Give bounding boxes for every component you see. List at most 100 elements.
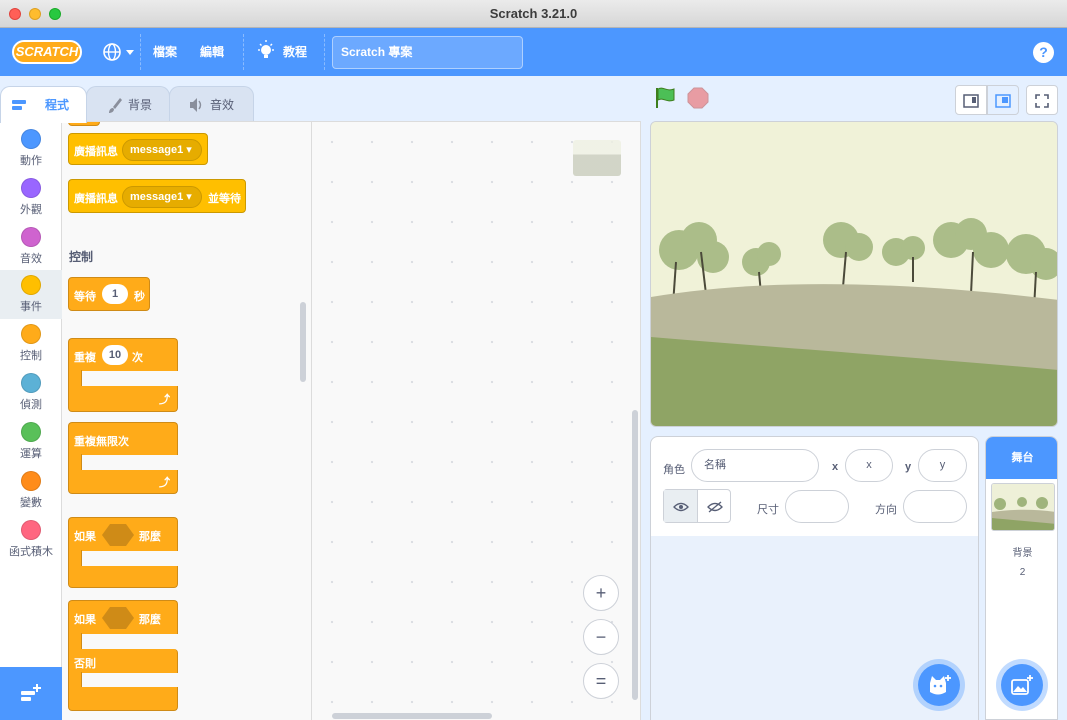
category-events[interactable]: 事件	[0, 270, 62, 319]
category-label: 控制	[20, 350, 42, 362]
large-stage-icon	[995, 94, 1011, 109]
broadcast-block[interactable]: 廣播訊息 message1 ▾	[68, 133, 208, 165]
size-label: 尺寸	[757, 504, 779, 516]
minimize-window-button[interactable]	[29, 8, 41, 20]
zoom-window-button[interactable]	[49, 8, 61, 20]
direction-field[interactable]	[903, 490, 967, 523]
visibility-toggle	[663, 489, 731, 523]
zoom-reset-button[interactable]: =	[583, 663, 619, 699]
category-dot	[21, 471, 41, 491]
code-icon	[11, 87, 27, 137]
backdrop-thumbnail-image	[992, 484, 1054, 530]
zoom-out-button[interactable]: −	[583, 619, 619, 655]
workspace-horizontal-scrollbar[interactable]	[332, 713, 492, 719]
choose-backdrop-button[interactable]	[1001, 664, 1043, 706]
block-label: 重複無限次	[74, 436, 129, 448]
stage-canvas[interactable]	[650, 121, 1058, 427]
add-extension-icon	[21, 684, 41, 701]
category-label: 函式積木	[9, 546, 53, 558]
tutorials-label: 教程	[283, 45, 308, 59]
x-field[interactable]: x	[845, 449, 893, 482]
zoom-in-button[interactable]: +	[583, 575, 619, 611]
add-extension-button[interactable]	[0, 667, 62, 720]
condition-slot[interactable]	[102, 524, 134, 546]
project-title-input[interactable]: Scratch 專案	[332, 36, 523, 69]
if-else-block[interactable]: 如果 那麼	[68, 600, 178, 634]
category-variables[interactable]: 變數	[0, 466, 62, 515]
category-dot	[21, 520, 41, 540]
x-label: x	[832, 461, 839, 473]
tab-sounds[interactable]: 音效	[169, 86, 254, 122]
zoom-out-icon: −	[595, 627, 607, 647]
category-my-blocks[interactable]: 函式積木	[0, 515, 62, 564]
show-sprite-button[interactable]	[664, 490, 698, 522]
tutorials-menu[interactable]: 教程	[256, 28, 316, 76]
stage-pane-title: 舞台	[986, 437, 1057, 479]
repeat-block[interactable]: 重複 10 次	[68, 338, 178, 371]
scratch-app: Scratch 3.21.0 SCRATCH 檔案 編輯 教程 Scratch …	[0, 0, 1067, 720]
hide-sprite-button[interactable]	[698, 490, 731, 522]
block-label: 如果	[74, 614, 96, 626]
message-dropdown[interactable]: message1 ▾	[122, 186, 202, 208]
tab-backdrops[interactable]: 背景	[86, 86, 170, 122]
fullscreen-button[interactable]	[1026, 85, 1058, 115]
menu-bar: SCRATCH 檔案 編輯 教程 Scratch 專案 ?	[0, 28, 1067, 76]
chevron-down-icon	[126, 50, 134, 55]
sprite-label: 角色	[663, 464, 685, 476]
scratch-logo[interactable]: SCRATCH	[12, 40, 82, 64]
stop-icon[interactable]	[686, 86, 710, 110]
help-icon[interactable]: ?	[1033, 42, 1054, 63]
tab-code[interactable]: 程式	[0, 86, 87, 123]
repeat-count-input[interactable]: 10	[102, 345, 128, 365]
block-unit: 次	[132, 352, 143, 364]
block-label: 廣播訊息	[74, 146, 118, 158]
category-label: 運算	[20, 448, 42, 460]
sprite-thumbnail-watermark	[573, 140, 621, 176]
category-control[interactable]: 控制	[0, 319, 62, 368]
forever-block[interactable]: 重複無限次	[68, 422, 178, 455]
wait-seconds-input[interactable]: 1	[102, 284, 128, 304]
small-stage-button[interactable]	[955, 85, 987, 115]
category-sensing[interactable]: 偵測	[0, 368, 62, 417]
category-dot	[21, 275, 41, 295]
edit-menu[interactable]: 編輯	[200, 28, 224, 76]
if-then-block-footer	[68, 566, 178, 588]
if-else-block-footer	[68, 687, 178, 711]
sprite-name-field[interactable]: 名稱	[691, 449, 819, 482]
fullscreen-icon	[1035, 94, 1049, 109]
close-window-button[interactable]	[9, 8, 21, 20]
green-flag-icon[interactable]	[654, 86, 678, 110]
direction-label: 方向	[875, 504, 897, 516]
size-field[interactable]	[785, 490, 849, 523]
backdrops-label: 背景	[1012, 548, 1033, 559]
zoom-in-icon: +	[595, 583, 607, 603]
language-menu[interactable]	[102, 28, 136, 76]
message-dropdown[interactable]: message1 ▾	[122, 139, 202, 161]
wait-block[interactable]: 等待 1 秒	[68, 277, 150, 311]
category-motion[interactable]: 動作	[0, 124, 62, 173]
condition-slot[interactable]	[102, 607, 134, 629]
choose-sprite-button[interactable]	[918, 664, 960, 706]
broadcast-and-wait-block[interactable]: 廣播訊息 message1 ▾ 並等待	[68, 179, 246, 213]
block-unit: 秒	[134, 291, 145, 303]
if-then-block[interactable]: 如果 那麼	[68, 517, 178, 551]
category-label: 變數	[20, 497, 42, 509]
repeat-block-footer: ⤴	[68, 386, 178, 412]
category-operators[interactable]: 運算	[0, 417, 62, 466]
y-field[interactable]: y	[918, 449, 967, 482]
category-sound[interactable]: 音效	[0, 222, 62, 271]
large-stage-button[interactable]	[987, 85, 1019, 115]
block-label: 如果	[74, 531, 96, 543]
category-dot	[21, 324, 41, 344]
if-then-block-arm	[68, 550, 82, 567]
block-label: 廣播訊息	[74, 193, 118, 205]
file-menu[interactable]: 檔案	[153, 28, 177, 76]
palette-scrollbar[interactable]	[300, 302, 306, 382]
loop-arrow-icon: ⤴	[159, 394, 170, 406]
workspace-vertical-scrollbar[interactable]	[632, 410, 638, 700]
if-else-block-middle: 否則	[68, 649, 178, 673]
category-looks[interactable]: 外觀	[0, 173, 62, 222]
category-label: 音效	[20, 253, 42, 265]
forever-block-arm	[68, 454, 82, 471]
repeat-block-arm	[68, 370, 82, 387]
